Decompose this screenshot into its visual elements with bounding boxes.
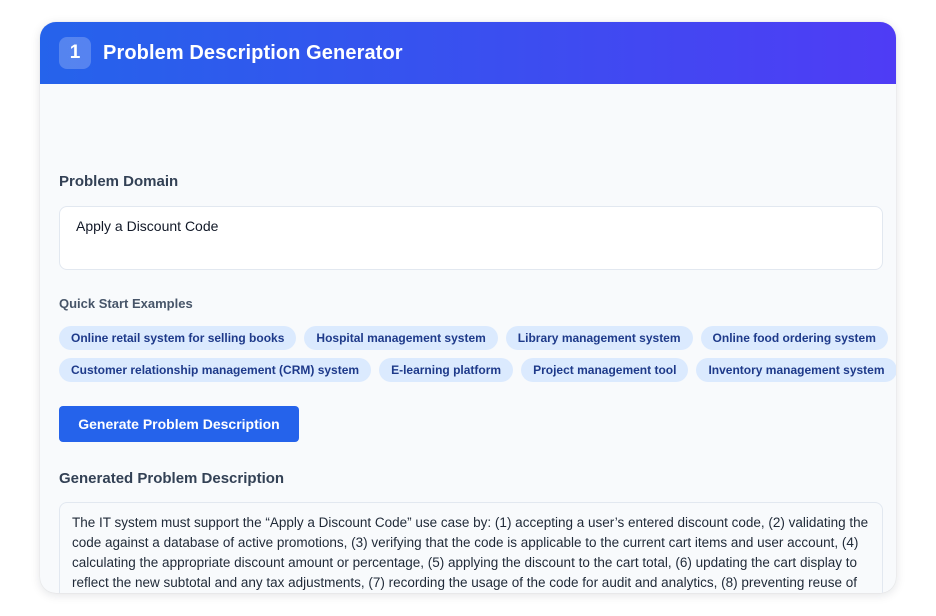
problem-generator-card: 1 Problem Description Generator Problem …	[40, 22, 896, 593]
example-chip-inventory[interactable]: Inventory management system	[696, 358, 896, 382]
quick-start-row-1: Online retail system for selling books H…	[59, 326, 888, 350]
card-header: 1 Problem Description Generator	[40, 22, 896, 84]
example-chip-crm[interactable]: Customer relationship management (CRM) s…	[59, 358, 372, 382]
card-title: Problem Description Generator	[103, 41, 403, 64]
problem-domain-input[interactable]: Apply a Discount Code	[59, 206, 883, 270]
example-chip-library[interactable]: Library management system	[505, 326, 693, 350]
generate-problem-description-button[interactable]: Generate Problem Description	[59, 406, 299, 442]
example-chip-online-retail[interactable]: Online retail system for selling books	[59, 326, 297, 350]
generated-description-output: The IT system must support the “Apply a …	[59, 502, 883, 593]
step-number-badge: 1	[59, 37, 91, 69]
quick-start-row-2: Customer relationship management (CRM) s…	[59, 358, 896, 382]
example-chip-project-management[interactable]: Project management tool	[521, 358, 689, 382]
example-chip-elearning[interactable]: E-learning platform	[379, 358, 514, 382]
problem-domain-label: Problem Domain	[59, 173, 179, 190]
generated-description-label: Generated Problem Description	[59, 470, 285, 487]
example-chip-food-ordering[interactable]: Online food ordering system	[700, 326, 888, 350]
example-chip-hospital[interactable]: Hospital management system	[304, 326, 498, 350]
quick-start-label: Quick Start Examples	[59, 296, 193, 311]
